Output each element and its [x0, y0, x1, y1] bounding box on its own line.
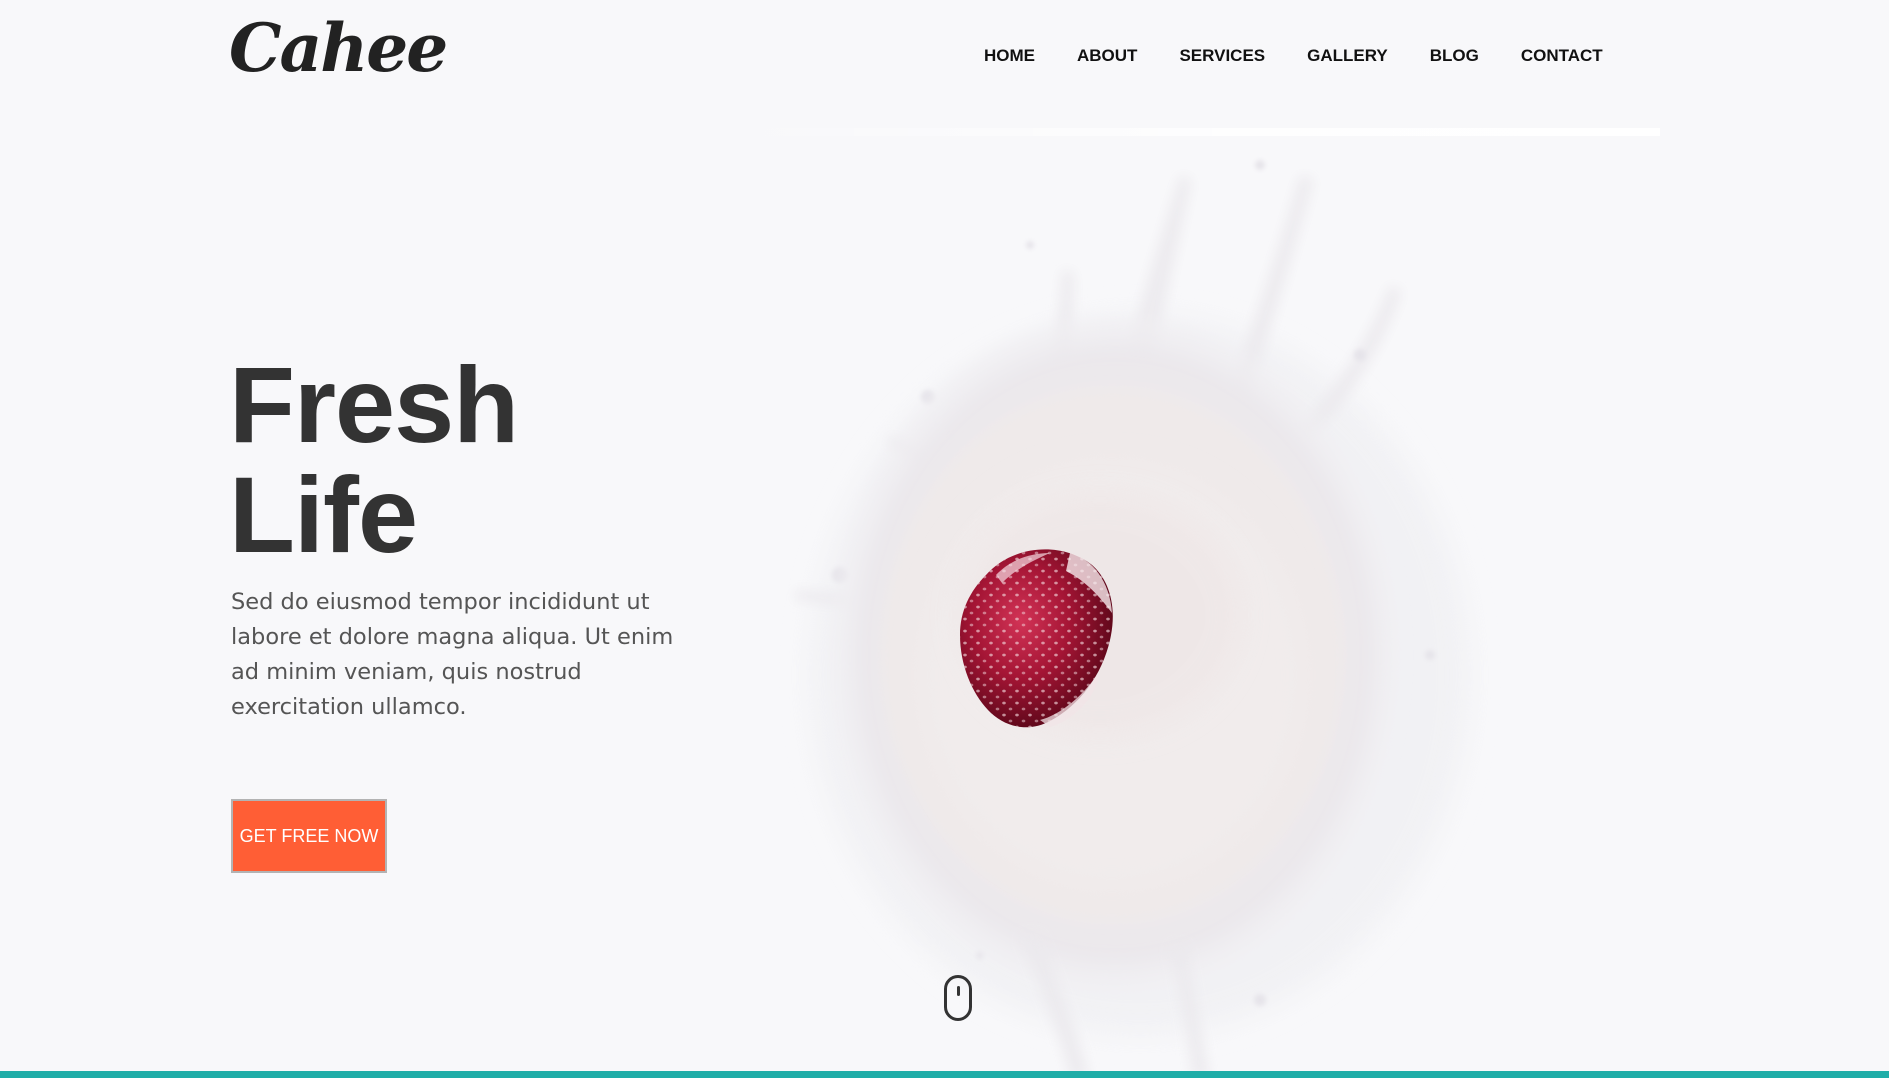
- scroll-wheel-indicator: [957, 986, 960, 996]
- nav-item-home[interactable]: HOME: [984, 46, 1035, 66]
- nav-item-about[interactable]: ABOUT: [1077, 46, 1137, 66]
- bottom-accent-bar: [0, 1071, 1889, 1078]
- nav-item-services[interactable]: SERVICES: [1179, 46, 1265, 66]
- nav-item-contact[interactable]: CONTACT: [1521, 46, 1603, 66]
- hero-title: Fresh Life: [229, 344, 519, 575]
- hero-description: Sed do eiusmod tempor incididunt ut labo…: [231, 589, 674, 720]
- site-logo[interactable]: Cahee: [229, 6, 448, 92]
- hero-title-line-2: Life: [229, 454, 418, 575]
- site-header: Cahee HOME ABOUT SERVICES GALLERY BLOG C…: [0, 0, 1889, 120]
- nav-item-blog[interactable]: BLOG: [1430, 46, 1479, 66]
- nav-item-gallery[interactable]: GALLERY: [1307, 46, 1388, 66]
- landing-page: Cahee HOME ABOUT SERVICES GALLERY BLOG C…: [0, 0, 1889, 1078]
- hero-title-line-1: Fresh: [229, 344, 519, 465]
- main-nav: HOME ABOUT SERVICES GALLERY BLOG CONTACT: [984, 46, 1603, 66]
- get-free-now-button[interactable]: GET FREE NOW: [231, 799, 387, 873]
- mouse-scroll-icon[interactable]: [944, 975, 972, 1021]
- hero-image-strawberry-milk: [795, 160, 1470, 1078]
